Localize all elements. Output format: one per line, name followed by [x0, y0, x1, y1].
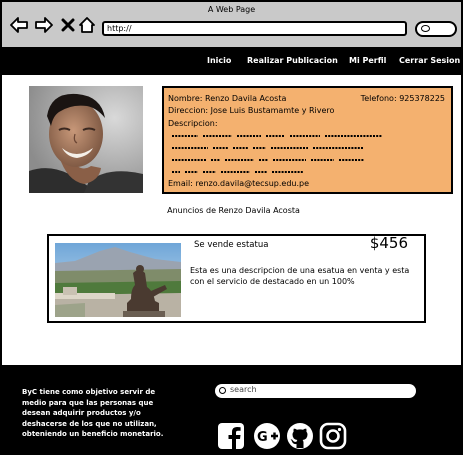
description-scribble-line [168, 154, 451, 166]
profile-email: renzo.davila@tecsup.edu.pe [195, 178, 310, 188]
main-content: Nombre: Renzo Davila Acosta Telefono: 92… [0, 75, 463, 365]
ad-title[interactable]: Se vende estatua [194, 240, 268, 250]
profile-email-row: Email: renzo.davila@tecsup.edu.pe [168, 178, 451, 190]
close-icon[interactable] [59, 16, 77, 34]
url-input[interactable]: http:// [102, 21, 407, 36]
profile-phone: 925378225 [399, 94, 445, 103]
footer-search-placeholder: search [230, 385, 257, 394]
ads-heading: Anuncios de Renzo Davila Acosta [167, 206, 300, 215]
back-arrow-icon[interactable] [10, 16, 28, 34]
profile-address: Jose Luis Bustamamte y Rivero [210, 106, 335, 116]
phone-label: Telefono: [360, 94, 397, 103]
github-icon[interactable] [286, 422, 314, 450]
google-plus-icon[interactable]: G [253, 422, 281, 450]
email-label: Email: [168, 178, 193, 188]
nav-item-inicio[interactable]: Inicio [207, 56, 231, 65]
name-label: Nombre: [168, 94, 203, 103]
description-label: Descripcion: [168, 118, 218, 128]
home-icon[interactable] [78, 16, 96, 34]
address-label: Direccion: [168, 106, 209, 116]
instagram-icon[interactable] [319, 422, 347, 450]
nav-item-mi-perfil[interactable]: Mi Perfil [349, 56, 386, 65]
ad-card[interactable]: Se vende estatua $456 Esta es una descri… [47, 234, 426, 323]
description-scribble-line [168, 142, 451, 154]
browser-search-field[interactable] [415, 21, 457, 37]
description-scribble-line [168, 130, 451, 142]
ad-price: $456 [369, 234, 408, 252]
profile-name: Renzo Davila Acosta [205, 94, 287, 103]
footer-search-input[interactable]: search [215, 384, 416, 398]
ad-image[interactable] [55, 243, 181, 317]
nav-item-cerrar-sesion[interactable]: Cerrar Sesion [399, 56, 460, 65]
footer-description: ByC tiene como objetivo servir de medio … [22, 388, 164, 438]
forward-arrow-icon[interactable] [35, 16, 53, 34]
nav-item-realizar-publicacion[interactable]: Realizar Publicacion [247, 56, 338, 65]
avatar [29, 86, 143, 193]
svg-text:G: G [257, 430, 268, 445]
profile-address-row: Direccion: Jose Luis Bustamamte y Rivero [168, 105, 451, 117]
footer: ByC tiene como objetivo servir de medio … [0, 365, 463, 455]
browser-chrome: A Web Page http:// [0, 0, 463, 47]
window-title: A Web Page [207, 5, 256, 14]
profile-card: Nombre: Renzo Davila Acosta Telefono: 92… [162, 86, 453, 194]
search-icon [421, 25, 430, 32]
profile-phone-row: Telefono: 925378225 [361, 93, 445, 105]
top-navigation: Inicio Realizar Publicacion Mi Perfil Ce… [0, 47, 463, 75]
facebook-icon[interactable] [217, 422, 245, 450]
description-scribble-line [168, 166, 451, 178]
search-icon [219, 387, 226, 394]
ad-description: Esta es una descripcion de una esatua en… [190, 266, 410, 286]
